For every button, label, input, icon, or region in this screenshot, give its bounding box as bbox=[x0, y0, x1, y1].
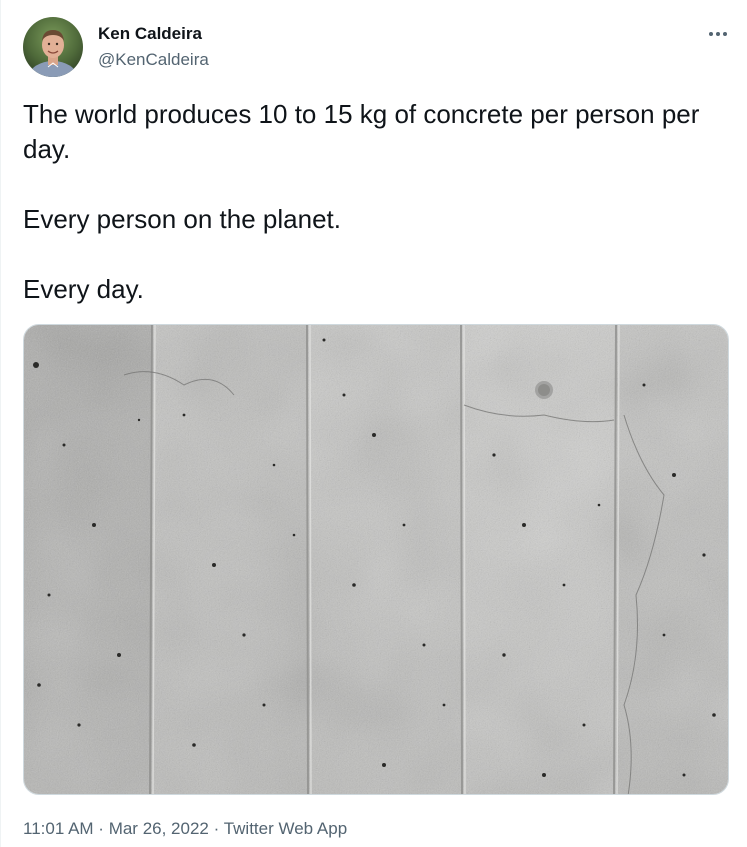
tweet: Ken Caldeira @KenCaldeira The world prod… bbox=[0, 0, 747, 847]
author-name[interactable]: Ken Caldeira bbox=[98, 24, 202, 44]
tweet-photo[interactable] bbox=[23, 324, 729, 795]
tweet-date[interactable]: Mar 26, 2022 bbox=[109, 819, 209, 838]
concrete-wall-photo bbox=[24, 325, 728, 794]
avatar[interactable] bbox=[23, 17, 83, 77]
more-options-button[interactable] bbox=[703, 22, 733, 46]
tweet-paragraph: Every person on the planet. bbox=[23, 204, 341, 234]
tweet-paragraph: Every day. bbox=[23, 274, 144, 304]
meta-separator: · bbox=[93, 819, 109, 838]
meta-separator: · bbox=[208, 819, 224, 838]
tweet-text: The world produces 10 to 15 kg of concre… bbox=[23, 97, 735, 307]
tweet-paragraph: The world produces 10 to 15 kg of concre… bbox=[23, 99, 707, 164]
tweet-source[interactable]: Twitter Web App bbox=[224, 819, 347, 838]
author-handle[interactable]: @KenCaldeira bbox=[98, 50, 209, 70]
tweet-meta: 11:01 AM · Mar 26, 2022 · Twitter Web Ap… bbox=[23, 818, 347, 840]
avatar-photo-icon bbox=[23, 17, 83, 77]
tweet-time[interactable]: 11:01 AM bbox=[23, 819, 94, 838]
more-horizontal-icon bbox=[709, 32, 727, 36]
